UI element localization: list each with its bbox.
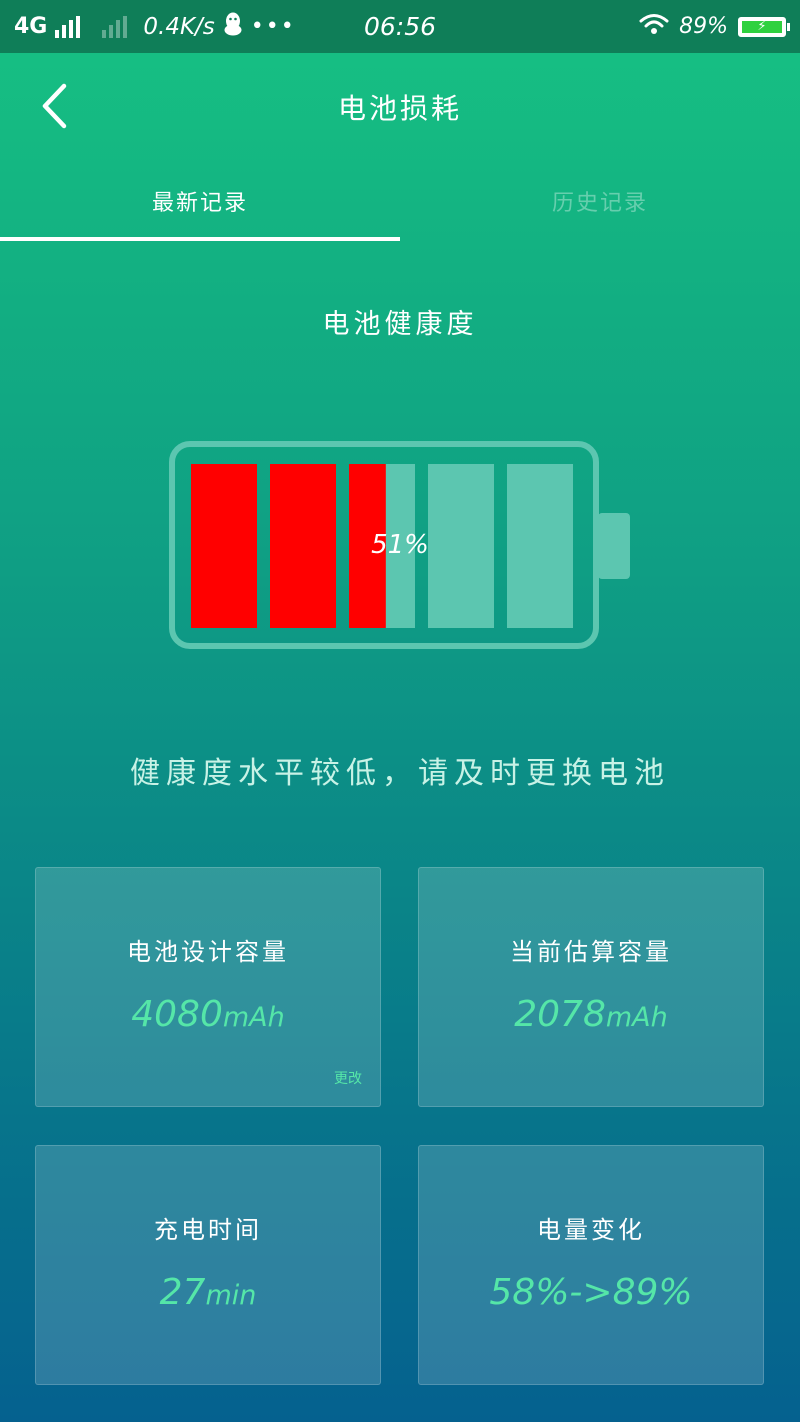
estimated-capacity-unit: mAh xyxy=(605,1002,668,1033)
charging-icon: ⚡ xyxy=(742,20,782,33)
design-capacity-label: 电池设计容量 xyxy=(127,938,289,966)
network-speed: 0.4K/s xyxy=(143,13,215,40)
app-header: 电池损耗 xyxy=(0,53,800,158)
battery-cell xyxy=(428,464,494,628)
signal-strength-icon xyxy=(55,15,81,38)
charge-change-card: 电量变化 58%->89% xyxy=(418,1145,764,1385)
tab-bar: 最新记录 历史记录 xyxy=(0,160,800,242)
charging-time-label: 充电时间 xyxy=(154,1216,262,1244)
secondary-signal-icon xyxy=(102,15,128,38)
tab-latest-records[interactable]: 最新记录 xyxy=(0,160,400,242)
battery-percent: 89% xyxy=(679,14,728,39)
battery-status-icon: ⚡ xyxy=(738,16,790,37)
estimated-capacity-card: 当前估算容量 2078mAh xyxy=(418,867,764,1107)
battery-cell xyxy=(507,464,573,628)
status-left: 4G 0.4K/s ••• xyxy=(14,12,334,42)
charging-time-unit: min xyxy=(205,1280,257,1311)
charge-change-value: 58%->89% xyxy=(489,1272,693,1313)
more-notifications-icon: ••• xyxy=(250,14,296,39)
battery-terminal xyxy=(598,513,630,579)
page-title: 电池损耗 xyxy=(337,92,462,125)
battery-cell-fill xyxy=(270,464,336,628)
wifi-icon xyxy=(639,13,669,41)
tab-indicator xyxy=(0,237,400,241)
status-bar: 4G 0.4K/s ••• 06:56 89% ⚡ xyxy=(0,0,800,53)
design-capacity-card: 电池设计容量 4080mAh 更改 xyxy=(35,867,381,1107)
charging-time-card: 充电时间 27min xyxy=(35,1145,381,1385)
charge-change-label: 电量变化 xyxy=(537,1216,645,1244)
qq-penguin-icon xyxy=(223,12,243,42)
change-capacity-link[interactable]: 更改 xyxy=(334,1068,362,1088)
battery-health-percent: 51% xyxy=(371,530,429,560)
estimated-capacity-value: 2078mAh xyxy=(419,994,763,1035)
design-capacity-number: 4080 xyxy=(131,994,223,1035)
design-capacity-unit: mAh xyxy=(222,1002,285,1033)
network-type: 4G xyxy=(14,14,48,39)
health-warning-message: 健康度水平较低，请及时更换电池 xyxy=(130,756,670,791)
tab-history-records[interactable]: 历史记录 xyxy=(400,160,800,242)
status-right: 89% ⚡ xyxy=(639,13,790,41)
charging-time-number: 27 xyxy=(159,1272,206,1313)
battery-health-title: 电池健康度 xyxy=(322,309,478,340)
estimated-capacity-label: 当前估算容量 xyxy=(510,938,672,966)
battery-cell-fill xyxy=(191,464,257,628)
design-capacity-value: 4080mAh xyxy=(36,994,380,1035)
charging-time-value: 27min xyxy=(36,1272,380,1313)
estimated-capacity-number: 2078 xyxy=(514,994,606,1035)
battery-health-gauge: 51% xyxy=(169,441,630,649)
